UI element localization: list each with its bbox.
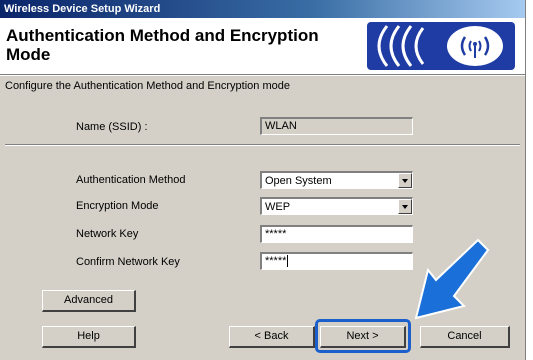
banner-divider — [0, 74, 525, 76]
description-text: Configure the Authentication Method and … — [5, 80, 290, 92]
network-key-input[interactable]: ***** — [260, 225, 413, 243]
pointer-arrow-icon — [414, 238, 490, 320]
ssid-field: WLAN — [260, 117, 413, 135]
network-key-value: ***** — [265, 228, 287, 240]
network-key-label: Network Key — [76, 228, 139, 240]
page-title: Authentication Method and Encryption Mod… — [6, 26, 319, 64]
back-button[interactable]: < Back — [229, 326, 315, 348]
section-divider — [5, 144, 520, 146]
help-button[interactable]: Help — [42, 326, 136, 348]
header-banner: Authentication Method and Encryption Mod… — [0, 18, 525, 74]
encryption-mode-select[interactable]: WEP — [260, 197, 413, 215]
auth-method-label: Authentication Method — [76, 174, 186, 186]
chevron-down-icon[interactable] — [398, 199, 412, 214]
confirm-key-label: Confirm Network Key — [76, 256, 180, 268]
wireless-signal-icon — [367, 22, 515, 70]
ssid-label: Name (SSID) : — [76, 121, 148, 133]
encryption-mode-value: WEP — [265, 201, 291, 213]
encryption-mode-label: Encryption Mode — [76, 200, 159, 212]
confirm-key-value: ***** — [265, 255, 287, 267]
auth-method-value: Open System — [265, 175, 332, 187]
confirm-key-input[interactable]: ***** — [260, 252, 413, 270]
text-cursor — [287, 255, 289, 267]
chevron-down-icon[interactable] — [398, 173, 412, 188]
next-button-highlight — [315, 319, 411, 353]
ssid-value: WLAN — [265, 120, 297, 132]
auth-method-select[interactable]: Open System — [260, 171, 413, 189]
window-title: Wireless Device Setup Wizard — [0, 0, 525, 18]
advanced-button[interactable]: Advanced — [42, 290, 136, 312]
